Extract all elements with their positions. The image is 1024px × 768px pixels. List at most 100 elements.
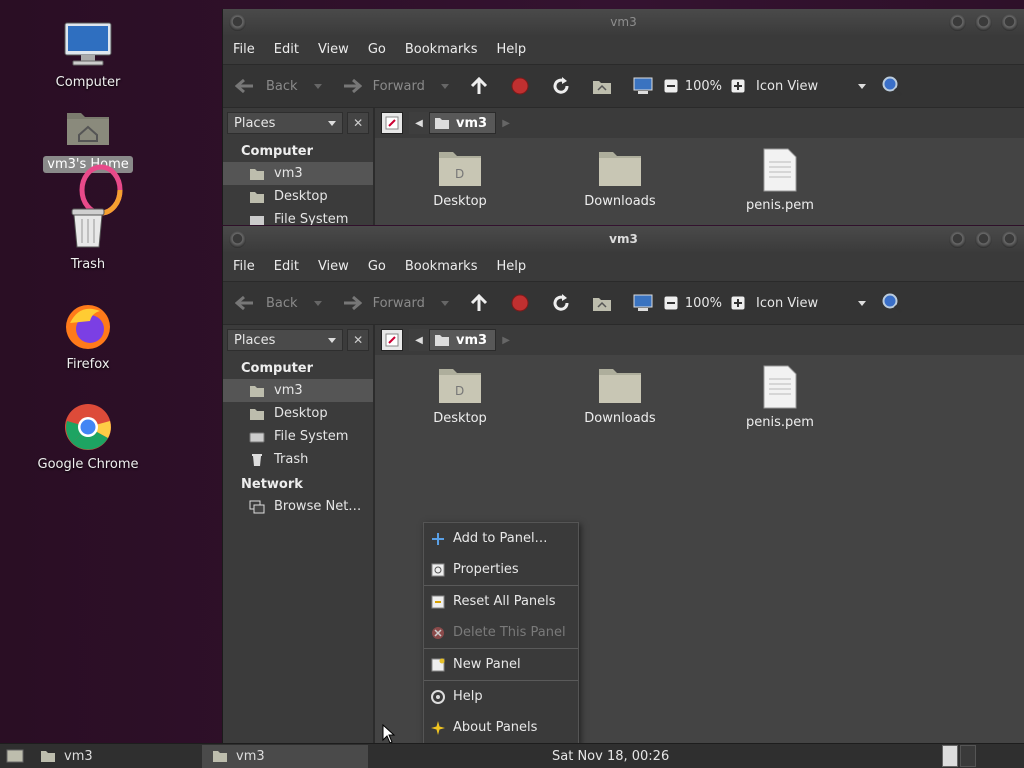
home-folder-icon xyxy=(63,102,113,152)
file-item-downloads[interactable]: Downloads xyxy=(560,148,680,209)
menu-item-help[interactable]: Help xyxy=(424,681,578,712)
menu-edit[interactable]: Edit xyxy=(274,259,299,274)
back-button[interactable]: Back xyxy=(233,74,322,98)
taskbar-button-vm3-2[interactable]: vm3 xyxy=(202,744,368,768)
home-icon[interactable] xyxy=(590,74,614,98)
zoom-in-icon[interactable] xyxy=(726,74,750,98)
sidebar-item-browse-network[interactable]: Browse Net… xyxy=(223,495,373,518)
sidebar-group-network: Network xyxy=(241,477,303,492)
desktop-icon-chrome[interactable]: Google Chrome xyxy=(28,402,148,473)
menu-edit[interactable]: Edit xyxy=(274,42,299,57)
search-icon[interactable] xyxy=(880,291,904,315)
window-menu-button[interactable] xyxy=(229,14,246,31)
zoom-out-icon[interactable] xyxy=(659,74,683,98)
close-sidebar-icon[interactable]: ✕ xyxy=(347,329,369,351)
menu-help[interactable]: Help xyxy=(496,259,526,274)
stop-icon[interactable] xyxy=(508,74,532,98)
sidebar-item-desktop[interactable]: Desktop xyxy=(223,185,373,208)
trash-icon xyxy=(63,202,113,252)
file-item-downloads[interactable]: Downloads xyxy=(560,365,680,426)
window-menu-button[interactable] xyxy=(229,231,246,248)
maximize-button[interactable] xyxy=(975,231,992,248)
desktop-icon-firefox[interactable]: Firefox xyxy=(28,302,148,373)
back-button[interactable]: Back xyxy=(233,291,322,315)
file-item-pem[interactable]: penis.pem xyxy=(720,148,840,213)
desktop-icon-computer[interactable]: Computer xyxy=(28,20,148,91)
file-manager-window-back[interactable]: vm3 File Edit View Go Bookmarks Help Bac… xyxy=(222,9,1024,225)
path-left-arrow[interactable]: ◀ xyxy=(409,112,429,134)
forward-button[interactable]: Forward xyxy=(340,291,449,315)
menu-item-about-panels[interactable]: About Panels xyxy=(424,712,578,743)
path-left-arrow[interactable]: ◀ xyxy=(409,329,429,351)
menu-help[interactable]: Help xyxy=(496,42,526,57)
desktop-icon-trash[interactable]: Trash xyxy=(28,202,148,273)
places-select[interactable]: Places xyxy=(227,329,344,351)
maximize-button[interactable] xyxy=(975,14,992,31)
window-titlebar[interactable]: vm3 xyxy=(223,9,1024,35)
window-titlebar[interactable]: vm3 xyxy=(223,226,1024,252)
taskbar-button-vm3-1[interactable]: vm3 xyxy=(30,745,202,768)
stop-icon[interactable] xyxy=(508,291,532,315)
file-manager-window-front[interactable]: vm3 File Edit View Go Bookmarks Help Bac… xyxy=(222,226,1024,743)
menu-item-properties[interactable]: Properties xyxy=(424,554,578,585)
edit-location-icon[interactable] xyxy=(381,112,403,134)
chevron-down-icon[interactable] xyxy=(440,300,449,306)
forward-button[interactable]: Forward xyxy=(340,74,449,98)
chevron-down-icon[interactable] xyxy=(313,83,322,89)
up-arrow-icon[interactable] xyxy=(467,74,491,98)
file-item-desktop[interactable]: D Desktop xyxy=(400,148,520,209)
path-right-arrow[interactable]: ▶ xyxy=(496,329,516,351)
workspace-switcher-2[interactable] xyxy=(960,745,976,767)
menu-item-new-panel[interactable]: New Panel xyxy=(424,649,578,680)
zoom-out-icon[interactable] xyxy=(659,291,683,315)
sidebar-group-computer: Computer xyxy=(241,361,314,376)
workspace-switcher-1[interactable] xyxy=(942,745,958,767)
computer-icon[interactable] xyxy=(631,291,655,315)
sidebar-item-vm3[interactable]: vm3 xyxy=(223,379,373,402)
close-button[interactable] xyxy=(1001,14,1018,31)
desktop-folder-icon xyxy=(249,189,265,205)
computer-icon[interactable] xyxy=(631,74,655,98)
menu-item-add-to-panel[interactable]: Add to Panel… xyxy=(424,523,578,554)
chevron-down-icon[interactable] xyxy=(440,83,449,89)
file-view[interactable]: ◀ vm3 ▶ D Desktop Downloads penis.pem xyxy=(375,108,1024,225)
search-icon[interactable] xyxy=(880,74,904,98)
menu-file[interactable]: File xyxy=(233,42,255,57)
file-item-desktop[interactable]: D Desktop xyxy=(400,365,520,426)
sidebar-item-desktop[interactable]: Desktop xyxy=(223,402,373,425)
clock[interactable]: Sat Nov 18, 00:26 xyxy=(552,749,669,764)
file-item-pem[interactable]: penis.pem xyxy=(720,365,840,430)
reload-icon[interactable] xyxy=(549,74,573,98)
view-mode-select[interactable]: Icon View xyxy=(756,296,867,311)
close-button[interactable] xyxy=(1001,231,1018,248)
menu-view[interactable]: View xyxy=(318,42,349,57)
reload-icon[interactable] xyxy=(549,291,573,315)
sidebar-item-trash[interactable]: Trash xyxy=(223,448,373,471)
menu-bookmarks[interactable]: Bookmarks xyxy=(405,259,478,274)
path-crumb-vm3[interactable]: vm3 xyxy=(429,112,497,134)
path-right-arrow[interactable]: ▶ xyxy=(496,112,516,134)
show-desktop-icon[interactable] xyxy=(0,745,30,768)
desktop-icon-home[interactable]: vm3's Home xyxy=(28,102,148,173)
close-sidebar-icon[interactable]: ✕ xyxy=(347,112,369,134)
network-icon xyxy=(249,499,265,515)
up-arrow-icon[interactable] xyxy=(467,291,491,315)
menu-bookmarks[interactable]: Bookmarks xyxy=(405,42,478,57)
home-icon[interactable] xyxy=(590,291,614,315)
view-mode-select[interactable]: Icon View xyxy=(756,79,867,94)
menu-view[interactable]: View xyxy=(318,259,349,274)
path-crumb-vm3[interactable]: vm3 xyxy=(429,329,497,351)
menu-item-reset-all-panels[interactable]: Reset All Panels xyxy=(424,586,578,617)
menu-go[interactable]: Go xyxy=(368,259,386,274)
sidebar-item-filesystem[interactable]: File System xyxy=(223,425,373,448)
sidebar-item-filesystem[interactable]: File System xyxy=(223,208,373,225)
zoom-in-icon[interactable] xyxy=(726,291,750,315)
edit-location-icon[interactable] xyxy=(381,329,403,351)
sidebar-item-vm3[interactable]: vm3 xyxy=(223,162,373,185)
minimize-button[interactable] xyxy=(949,231,966,248)
menu-file[interactable]: File xyxy=(233,259,255,274)
places-select[interactable]: Places xyxy=(227,112,344,134)
menu-go[interactable]: Go xyxy=(368,42,386,57)
minimize-button[interactable] xyxy=(949,14,966,31)
chevron-down-icon[interactable] xyxy=(313,300,322,306)
